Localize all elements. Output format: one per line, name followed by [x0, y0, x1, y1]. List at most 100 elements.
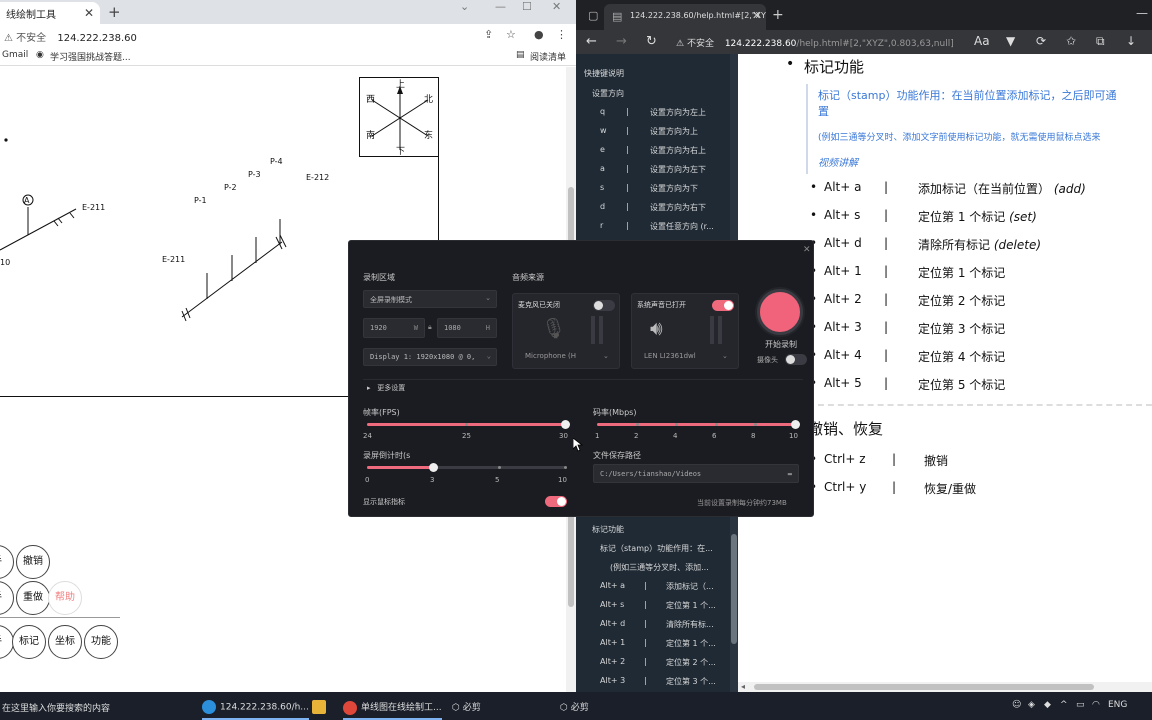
collections-icon[interactable]: ⧉	[1096, 34, 1105, 49]
taskbar-bijian-1[interactable]: ⬡ 必剪	[452, 692, 481, 720]
sidebar-item-stamp[interactable]: Alt+ 2 | 定位第 2 个...	[576, 657, 738, 676]
taskbar-bijian-2[interactable]: ⬡ 必剪	[560, 692, 589, 720]
forward-icon[interactable]: →	[616, 34, 627, 49]
start-record-button[interactable]	[757, 289, 803, 335]
tray-app-icon[interactable]: ◆	[1044, 700, 1051, 710]
sidebar-item-separator: |	[644, 581, 647, 590]
sidebar-item-stamp[interactable]: Alt+ a | 添加标记（...	[576, 581, 738, 600]
sidebar-item-stamp[interactable]: Alt+ s | 定位第 1 个...	[576, 600, 738, 619]
tool-hand-button-2[interactable]: 手	[0, 581, 14, 615]
left-chevron-down-icon[interactable]: ⌄	[460, 0, 469, 13]
sync-icon[interactable]: ⟳	[1036, 34, 1046, 48]
sidebar-item-direction-r[interactable]: r | 设置任意方向 (r...	[576, 221, 738, 240]
sidebar-title[interactable]: 快捷键说明	[576, 68, 738, 87]
left-maximize-icon[interactable]: ☐	[522, 0, 532, 13]
mic-device-chevron-icon[interactable]: ⌄	[603, 352, 609, 360]
right-tab-active[interactable]: ▤ 124.222.238.60/help.html#[2,"XY	[604, 4, 766, 30]
width-input[interactable]: 1920 W	[363, 318, 425, 338]
tool-undo-button[interactable]: 撤销	[16, 545, 50, 579]
area-mode-select[interactable]: 全屏录制模式 ⌄	[363, 290, 497, 308]
sidebar-stamp-desc[interactable]: 标记（stamp）功能作用：在...	[576, 543, 738, 562]
sidebar-item-direction-q[interactable]: q | 设置方向为左上	[576, 107, 738, 126]
sidebar-section-direction[interactable]: 设置方向	[576, 88, 738, 107]
folder-icon[interactable]: ▬	[788, 470, 792, 478]
taskbar-search[interactable]: 在这里输入你要搜索的内容	[0, 696, 196, 716]
sys-device[interactable]: LEN LI2361dwl	[644, 352, 696, 360]
tool-coord-button[interactable]: 坐标	[48, 625, 82, 659]
sidebar-item-stamp[interactable]: Alt+ 3 | 定位第 3 个...	[576, 676, 738, 692]
left-tab-active[interactable]: 线绘制工具 ✕	[0, 2, 100, 24]
mic-device[interactable]: Microphone (H	[525, 352, 576, 360]
height-input[interactable]: 1080 H	[437, 318, 497, 338]
sidebar-item-direction-a[interactable]: a | 设置方向为左下	[576, 164, 738, 183]
read-aloud-icon[interactable]: Aa	[974, 34, 990, 48]
bookmark-study[interactable]: 学习强国挑战答题...	[50, 50, 131, 63]
left-close-window-icon[interactable]: ✕	[552, 0, 561, 13]
bitrate-slider-handle[interactable]	[791, 420, 800, 429]
save-path-input[interactable]: C:/Users/tianshao/Videos ▬	[593, 464, 799, 483]
tool-stamp-button[interactable]: 标记	[12, 625, 46, 659]
right-new-tab-icon[interactable]: +	[772, 7, 784, 23]
sidebar-section-stamp[interactable]: 标记功能	[576, 524, 738, 543]
fps-slider[interactable]	[367, 420, 570, 429]
video-link[interactable]: 视频讲解	[818, 154, 858, 169]
display-select[interactable]: Display 1: 1920x1080 @ 0, ⌄	[363, 348, 497, 366]
left-minimize-icon[interactable]: —	[495, 0, 506, 13]
sidebar-item-stamp[interactable]: Alt+ d | 清除所有标...	[576, 619, 738, 638]
aspect-lock-icon[interactable]: 🔒︎	[428, 323, 432, 332]
right-minimize-icon[interactable]: —	[1136, 6, 1148, 20]
refresh-icon[interactable]: ↻	[646, 34, 657, 49]
main-horizontal-scrollbar-thumb[interactable]	[754, 684, 1094, 690]
sidebar-stamp-desc2[interactable]: (例如三通等分叉时、添加...	[576, 562, 738, 581]
more-settings-toggle[interactable]: ▸ 更多设置	[367, 383, 405, 393]
camera-toggle[interactable]	[785, 354, 807, 365]
left-new-tab-icon[interactable]: +	[108, 3, 121, 21]
tool-help-button[interactable]: 帮助	[48, 581, 82, 615]
back-icon[interactable]: ←	[586, 34, 597, 49]
sidebar-item-direction-w[interactable]: w | 设置方向为上	[576, 126, 738, 145]
bookmark-gmail[interactable]: Gmail	[2, 50, 28, 60]
left-profile-icon[interactable]: ●	[534, 28, 544, 41]
system-audio-toggle[interactable]	[712, 300, 734, 311]
tray-wifi-icon[interactable]: ◠	[1092, 700, 1100, 710]
tool-function-button[interactable]: 功能	[84, 625, 118, 659]
extension-icon[interactable]: ▼	[1006, 34, 1015, 48]
main-horizontal-scrollbar[interactable]: ◂	[738, 682, 1152, 692]
reading-list[interactable]: 阅读清单	[530, 50, 566, 63]
countdown-slider[interactable]	[367, 463, 567, 472]
left-address-bar[interactable]: ⚠ 不安全 124.222.238.60 ⇪ ☆ ● ⋮	[0, 24, 576, 46]
sidebar-item-direction-s[interactable]: s | 设置方向为下	[576, 183, 738, 202]
countdown-slider-handle[interactable]	[428, 463, 438, 472]
left-tab-close-icon[interactable]: ✕	[84, 6, 94, 20]
sidebar-scrollbar-thumb[interactable]	[731, 534, 737, 644]
scroll-left-arrow-icon[interactable]: ◂	[741, 682, 745, 691]
taskbar-explorer[interactable]	[312, 692, 330, 720]
left-share-icon[interactable]: ⇪	[484, 28, 493, 41]
mic-toggle[interactable]	[593, 300, 615, 311]
favorites-icon[interactable]: ✩	[1066, 34, 1076, 48]
fps-slider-handle[interactable]	[561, 420, 570, 429]
show-cursor-toggle[interactable]	[545, 496, 567, 507]
recorder-close-icon[interactable]: ✕	[803, 245, 811, 255]
tool-redo-button[interactable]: 重做	[16, 581, 50, 615]
sys-device-chevron-icon[interactable]: ⌄	[722, 352, 728, 360]
tray-chevron-icon[interactable]: ^	[1060, 700, 1068, 710]
tray-battery-icon[interactable]: ▭	[1076, 700, 1085, 710]
left-menu-icon[interactable]: ⋮	[556, 28, 567, 41]
download-icon[interactable]: ↓	[1126, 34, 1136, 48]
right-tab-close-icon[interactable]: ✕	[752, 9, 761, 22]
right-window-menu-icon[interactable]: ▢	[588, 9, 598, 22]
right-url-field[interactable]: ⚠ 不安全 124.222.238.60/help.html#[2,"XYZ",…	[676, 36, 954, 49]
left-url-text[interactable]: 124.222.238.60	[57, 33, 137, 44]
sidebar-item-direction-e[interactable]: e | 设置方向为右上	[576, 145, 738, 164]
left-star-icon[interactable]: ☆	[506, 28, 516, 41]
tool-hand-button-1[interactable]: 手	[0, 545, 14, 579]
bitrate-slider[interactable]	[597, 420, 800, 429]
taskbar-edge[interactable]: 124.222.238.60/h...	[202, 692, 309, 720]
tray-people-icon[interactable]: ☺	[1012, 700, 1021, 710]
sidebar-item-stamp[interactable]: Alt+ 1 | 定位第 1 个...	[576, 638, 738, 657]
tray-network-icon[interactable]: ◈	[1028, 700, 1035, 710]
sidebar-item-direction-d[interactable]: d | 设置方向为右下	[576, 202, 738, 221]
tray-language[interactable]: ENG	[1108, 700, 1127, 710]
taskbar-chrome[interactable]: 单线图在线绘制工...	[343, 692, 442, 720]
